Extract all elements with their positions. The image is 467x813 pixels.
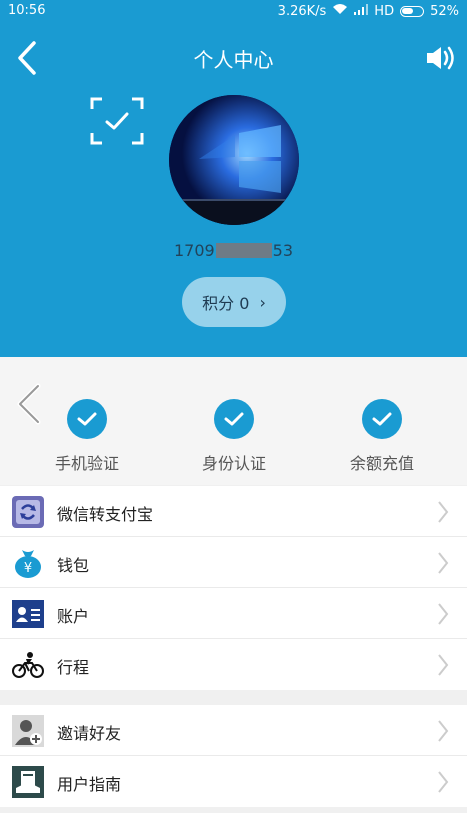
menu-item-account[interactable]: 账户 — [0, 588, 467, 639]
transfer-icon — [12, 496, 44, 528]
verify-recharge[interactable]: 余额充值 — [322, 399, 442, 474]
chevron-right-icon: › — [259, 292, 266, 312]
network-speed: 3.26K/s — [277, 3, 327, 19]
sound-button[interactable] — [425, 44, 457, 72]
menu-item-wallet[interactable]: ¥ 钱包 — [0, 537, 467, 588]
points-button[interactable]: 积分 0 › — [182, 277, 286, 327]
chevron-right-icon — [438, 720, 449, 742]
menu-group-main: 微信转支付宝 ¥ 钱包 账户 行程 — [0, 486, 467, 690]
wallet-icon: ¥ — [12, 547, 44, 579]
chevron-right-icon — [438, 501, 449, 523]
verification-section: 手机验证 身份认证 余额充值 — [0, 357, 467, 485]
menu-item-invite-friends[interactable]: 邀请好友 — [0, 705, 467, 756]
profile-header: 个人中心 1709 53 积分 0 › — [0, 22, 467, 357]
phone-mask — [215, 243, 272, 258]
svg-text:¥: ¥ — [24, 561, 32, 576]
verify-phone[interactable]: 手机验证 — [27, 399, 147, 474]
battery-level: 52% — [430, 3, 459, 19]
check-icon — [214, 399, 254, 439]
status-bar: 10:56 3.26K/s HD 52% — [0, 0, 467, 22]
chevron-right-icon — [438, 552, 449, 574]
check-icon — [67, 399, 107, 439]
menu-group-extra: 邀请好友 用户指南 — [0, 705, 467, 807]
page-title: 个人中心 — [193, 48, 274, 72]
invite-friend-icon — [12, 715, 44, 747]
verify-identity[interactable]: 身份认证 — [174, 399, 294, 474]
menu-item-trips[interactable]: 行程 — [0, 639, 467, 690]
network-type: HD — [374, 3, 395, 19]
verify-label: 手机验证 — [54, 454, 119, 473]
wifi-icon — [332, 3, 348, 19]
phone-suffix: 53 — [272, 241, 294, 260]
verify-label: 身份认证 — [201, 454, 266, 473]
scan-check-icon — [90, 97, 144, 145]
menu-label: 微信转支付宝 — [57, 505, 154, 524]
status-indicators: 3.26K/s HD 52% — [278, 3, 459, 19]
scan-button[interactable] — [90, 97, 144, 145]
guide-icon — [12, 766, 44, 798]
status-time: 10:56 — [8, 3, 46, 18]
menu-item-wechat-to-alipay[interactable]: 微信转支付宝 — [0, 486, 467, 537]
menu-item-user-guide[interactable]: 用户指南 — [0, 756, 467, 807]
chevron-right-icon — [438, 603, 449, 625]
menu-label: 邀请好友 — [57, 724, 122, 743]
chevron-right-icon — [438, 654, 449, 676]
check-icon — [362, 399, 402, 439]
signal-icon — [354, 3, 369, 19]
speaker-icon — [427, 46, 454, 70]
avatar-image — [169, 95, 299, 225]
points-label: 积分 0 — [202, 294, 250, 313]
menu-label: 用户指南 — [57, 775, 122, 794]
verify-label: 余额充值 — [349, 454, 414, 473]
bicycle-icon — [12, 649, 44, 681]
battery-icon — [400, 5, 425, 17]
menu-label: 行程 — [57, 658, 90, 677]
chevron-right-icon — [438, 771, 449, 793]
phone-number: 1709 53 — [0, 241, 467, 260]
account-icon — [12, 598, 44, 630]
phone-prefix: 1709 — [173, 241, 215, 260]
menu-label: 账户 — [57, 607, 90, 626]
avatar[interactable] — [169, 95, 299, 225]
menu-label: 钱包 — [57, 556, 90, 575]
